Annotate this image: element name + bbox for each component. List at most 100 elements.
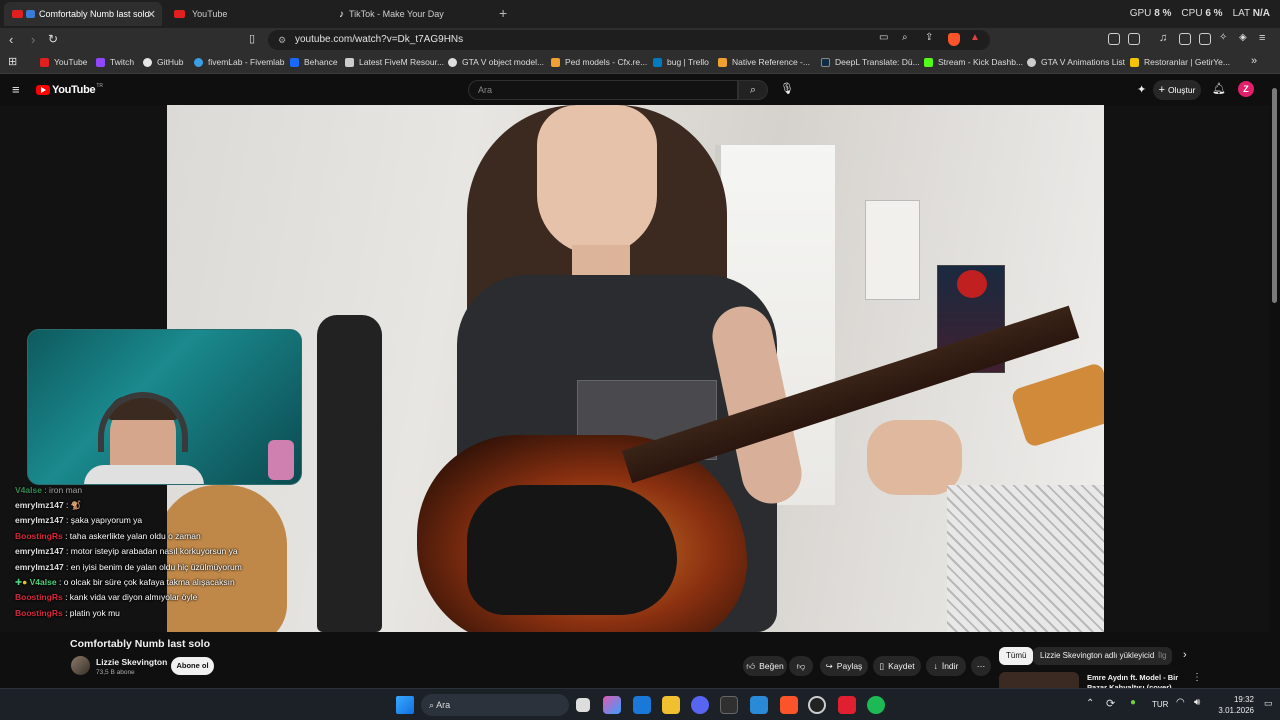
download-button[interactable]: ↓ İndir [926,656,966,676]
media-icon[interactable]: ♫ [1159,32,1167,44]
search-button[interactable]: ⌕ [738,80,768,100]
chip-related[interactable]: İlg [1154,647,1172,665]
chip-all[interactable]: Tümü [999,647,1034,665]
bookmark-ped-models[interactable]: Ped models - Cfx.re... [551,57,647,67]
bookmark-gta-animations[interactable]: GTA V Animations List [1027,57,1125,67]
youtube-logo[interactable]: YouTube TR [36,83,103,96]
discord-icon[interactable] [691,696,709,714]
back-icon[interactable]: ‹ [9,32,13,47]
bookmark-behance[interactable]: Behance [290,57,338,67]
sync-icon[interactable]: ⟳ [1106,697,1115,710]
clock-date: 3.01.2026 [1218,706,1254,715]
tab-manager-icon[interactable] [1199,33,1211,45]
terminal-icon[interactable] [720,696,738,714]
more-actions-button[interactable]: ⋯ [971,656,991,676]
bookmark-twitch[interactable]: Twitch [96,57,134,67]
avatar[interactable]: Z [1238,81,1254,97]
url-text: youtube.com/watch?v=Dk_t7AG9HNs [295,34,464,45]
share-icon[interactable]: ⇪ [925,32,933,43]
chevron-up-icon[interactable]: ⌃ [1086,698,1094,709]
forward-icon[interactable]: › [31,32,35,47]
vpn-icon[interactable]: ◈ [1239,32,1247,43]
photos-icon[interactable] [633,696,651,714]
share-icon: ↪ [825,660,833,671]
microphone-icon[interactable]: ● [1130,697,1136,708]
notifications-icon[interactable]: 🔔︎ [1212,82,1226,95]
clock-time: 19:32 [1233,695,1254,704]
app-red-icon[interactable] [838,696,856,714]
windows-start-icon[interactable] [396,696,414,714]
channel-name[interactable]: Lizzie Skevington [96,657,167,667]
share-button[interactable]: ↪ Paylaş [820,656,868,676]
scrollbar-thumb[interactable] [1272,88,1277,303]
brave-shield-icon[interactable] [948,33,960,46]
youtube-icon [174,10,185,18]
reload-icon[interactable]: ↻ [48,32,58,46]
extensions-icon[interactable] [1108,33,1120,45]
language-indicator[interactable]: TUR [1152,700,1168,709]
save-button[interactable]: ▯ Kaydet [873,656,921,676]
more-icon[interactable]: ⋮ [1192,672,1202,683]
bookmark-deepl[interactable]: DeepL Translate: Dü... [821,57,920,67]
video-player[interactable]: V4alse : iron man emrylmz147 : 🐒 emrylmz… [0,105,1270,632]
task-view-icon[interactable] [576,698,590,712]
sidebar-icon[interactable] [1179,33,1191,45]
clock[interactable]: 19:32 3.01.2026 [1214,694,1254,716]
search-icon: ⌕ [749,84,757,96]
trello-icon [653,57,662,67]
apps-icon[interactable]: ⊞ [8,55,17,68]
recommended-thumbnail[interactable] [999,672,1079,688]
tab-youtube[interactable]: YouTube [166,2,326,26]
bookmark-trello[interactable]: bug | Trello [653,57,709,67]
github-desktop-icon[interactable] [808,696,826,714]
tab-tiktok[interactable]: ♪ TikTok - Make Your Day [331,2,491,26]
tab-comfortably-numb[interactable]: Comfortably Numb last solo ✕ [4,2,162,26]
chat-message: emrylmz147 : şaka yapıyorum ya [15,515,143,525]
spotify-icon[interactable] [867,696,885,714]
chevron-right-icon[interactable]: › [1183,649,1187,661]
dislike-button[interactable]: 👎︎ [789,656,813,676]
bookmark-fivemlab[interactable]: fivemLab - Fivemlab [194,57,285,67]
site-settings-icon[interactable]: ⚙ [278,30,286,50]
bookmark-gta-object-models[interactable]: GTA V object model... [448,57,544,67]
chat-message: emrylmz147 : en iyisi benim de yalan old… [15,562,242,572]
bookmark-github[interactable]: GitHub [143,57,183,67]
brave-browser-icon[interactable] [780,696,798,714]
subscribe-button[interactable]: Abone ol [171,657,214,675]
thumbs-up-icon: 👍︎ [746,660,756,671]
create-button[interactable]: + Oluştur [1153,80,1201,100]
more-bookmarks-icon[interactable]: » [1251,55,1257,67]
zoom-icon[interactable]: ⌕ [902,32,908,43]
voice-search-icon[interactable]: 🎙︎ [780,82,794,95]
bookmark-getir[interactable]: Restoranlar | GetirYe... [1130,57,1230,67]
volume-icon[interactable]: 🔊︎ [1194,697,1200,708]
tab-label: TikTok - Make Your Day [349,9,444,19]
notification-center-icon[interactable]: ▭ [1264,698,1273,709]
github-icon [143,57,152,67]
wifi-icon[interactable]: ◠ [1176,697,1185,708]
wallet-icon[interactable] [1128,33,1140,45]
bookmark-kick[interactable]: Stream - Kick Dashb... [924,57,1023,67]
taskbar-search[interactable]: ⌕ Ara [421,694,569,716]
bookmark-youtube[interactable]: YouTube [40,57,87,67]
file-explorer-icon[interactable] [662,696,680,714]
channel-avatar[interactable] [71,656,90,675]
search-input[interactable]: Ara [468,80,738,100]
bookmark-native-reference[interactable]: Native Reference -... [718,57,810,67]
like-button[interactable]: 👍︎ Beğen [743,656,787,676]
page-scrollbar[interactable] [1270,76,1280,688]
copilot-icon[interactable] [603,696,621,714]
close-icon[interactable]: ✕ [147,8,156,21]
studio-icon[interactable]: ✦ [1137,83,1146,96]
recommended-title[interactable]: Emre Aydın ft. Model - Bir Pazar Kahvalt… [1087,673,1197,688]
bookmark-icon[interactable]: ▯ [249,32,255,45]
leo-ai-icon[interactable]: ✧ [1219,32,1227,43]
brave-rewards-icon[interactable]: ▲ [970,32,980,43]
vscode-icon[interactable] [750,696,768,714]
new-tab-button[interactable]: + [499,5,507,21]
chip-from-uploader[interactable]: Lizzie Skevington adlı yükleyiciden [1033,647,1171,665]
bookmark-fivem-resources[interactable]: Latest FiveM Resour... [345,57,444,67]
cast-icon[interactable]: ▭ [879,32,888,43]
menu-icon[interactable]: ≡ [1259,32,1265,44]
hamburger-menu-icon[interactable]: ≡ [12,82,20,97]
